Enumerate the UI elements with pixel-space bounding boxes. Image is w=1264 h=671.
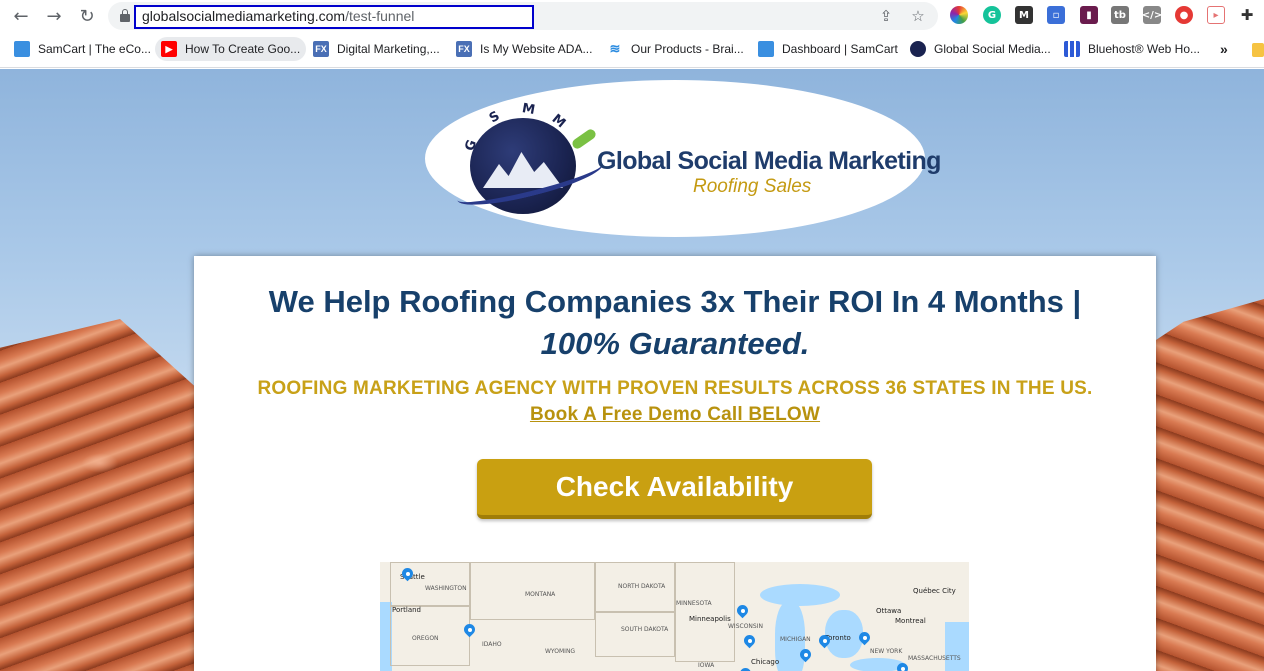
- bookmark-item[interactable]: ▶ How To Create Goo...: [155, 37, 307, 61]
- bookmark-label: Bluehost® Web Ho...: [1088, 42, 1201, 56]
- map-state-label: MINNESOTA: [676, 600, 712, 607]
- bookmark-item[interactable]: Bluehost® Web Ho...: [1058, 37, 1206, 61]
- bookmark-item[interactable]: Dashboard | SamCart: [752, 37, 904, 61]
- grammarly-extension-icon[interactable]: G: [983, 6, 1001, 24]
- map-pin-icon[interactable]: [741, 632, 758, 650]
- logo[interactable]: G S M M Global Social Media Marketing Ro…: [425, 80, 941, 237]
- bookmark-label: Dashboard | SamCart: [782, 42, 898, 56]
- samcart-icon: [758, 41, 774, 57]
- map-pin-icon[interactable]: [894, 660, 911, 671]
- gsmm-icon: [910, 41, 926, 57]
- headline-emphasis: 100% Guaranteed.: [540, 326, 810, 361]
- map-state-border: [595, 612, 675, 657]
- hero-headline: We Help Roofing Companies 3x Their ROI I…: [194, 281, 1156, 365]
- address-bar[interactable]: globalsocialmediamarketing.com/test-funn…: [108, 2, 938, 30]
- map-state-label: WISCONSIN: [728, 623, 763, 630]
- bookmark-star-icon[interactable]: ☆: [908, 6, 928, 26]
- map-state-label: MASSACHUSETTS: [908, 655, 961, 662]
- map-state-label: WYOMING: [545, 648, 576, 655]
- logo-letters: G S M M: [462, 100, 569, 154]
- back-arrow-icon[interactable]: ←: [9, 4, 33, 28]
- location-extension-icon[interactable]: ●: [1175, 6, 1193, 24]
- stats-extension-icon[interactable]: ▮: [1080, 6, 1098, 24]
- roof-tiles-right-image: [1149, 299, 1264, 671]
- bookmark-item[interactable]: ≋ Our Products - Brai...: [601, 37, 750, 61]
- map-pin-icon[interactable]: [461, 621, 478, 639]
- map-state-label: WASHINGTON: [425, 585, 467, 592]
- bookmark-item[interactable]: Global Social Media...: [904, 37, 1057, 61]
- map-city-label: Montreal: [895, 617, 926, 625]
- bookmark-label: SamCart | The eCo...: [38, 42, 151, 56]
- folder-icon[interactable]: [1252, 43, 1264, 57]
- map-pin-icon[interactable]: [734, 602, 751, 620]
- subhead-text: ROOFING MARKETING AGENCY WITH PROVEN RES…: [257, 378, 1093, 399]
- fx-icon: FX: [313, 41, 329, 57]
- landing-page: G S M M Global Social Media Marketing Ro…: [0, 69, 1264, 671]
- map-city-label: Québec City: [913, 587, 956, 595]
- map-pin-icon[interactable]: [399, 565, 416, 583]
- color-picker-extension-icon[interactable]: [950, 6, 968, 24]
- extensions-puzzle-icon[interactable]: ✚: [1238, 6, 1256, 24]
- hero-card: We Help Roofing Companies 3x Their ROI I…: [194, 256, 1156, 671]
- map-pin-icon[interactable]: [797, 646, 814, 664]
- bookmark-item[interactable]: FX Digital Marketing,...: [307, 37, 446, 61]
- roof-tiles-left-image: [0, 319, 200, 671]
- headline-text: We Help Roofing Companies 3x Their ROI I…: [268, 284, 1082, 319]
- m-extension-icon[interactable]: M: [1015, 6, 1033, 24]
- map-city-label: Portland: [392, 606, 421, 614]
- record-extension-icon[interactable]: ▸: [1207, 6, 1225, 24]
- map-state-label: MONTANA: [525, 591, 556, 598]
- map-city-label: Ottawa: [876, 607, 902, 615]
- logo-subtitle: Roofing Sales: [693, 176, 812, 197]
- bookmark-item[interactable]: SamCart | The eCo...: [8, 37, 157, 61]
- bookmarks-bar: SamCart | The eCo... ▶ How To Create Goo.…: [0, 32, 1264, 68]
- map-state-label: SOUTH DAKOTA: [621, 626, 669, 633]
- youtube-icon: ▶: [161, 41, 177, 57]
- book-demo-link[interactable]: Book A Free Demo Call BELOW: [530, 402, 820, 428]
- url-host: globalsocialmediamarketing.com: [142, 8, 346, 24]
- bookmark-label: How To Create Goo...: [185, 42, 301, 56]
- map-state-label: MICHIGAN: [780, 636, 811, 643]
- map-state-label: IOWA: [698, 662, 715, 669]
- browser-toolbar: ← → ↻ globalsocialmediamarketing.com/tes…: [0, 0, 1264, 32]
- map-state-border: [675, 562, 735, 662]
- bookmark-item[interactable]: FX Is My Website ADA...: [450, 37, 598, 61]
- map-pin-icon[interactable]: [816, 632, 833, 650]
- reload-icon[interactable]: ↻: [75, 4, 99, 28]
- map-city-label: Minneapolis: [689, 615, 731, 623]
- check-availability-button[interactable]: Check Availability: [477, 459, 872, 519]
- samcart-icon: [14, 41, 30, 57]
- map-pin-icon[interactable]: [856, 629, 873, 647]
- code-extension-icon[interactable]: </>: [1142, 6, 1162, 24]
- lock-icon[interactable]: [120, 9, 130, 22]
- bookmark-label: Is My Website ADA...: [480, 42, 593, 56]
- url-path: /test-funnel: [345, 8, 415, 24]
- map-state-label: NEW YORK: [870, 648, 903, 655]
- logo-title: Global Social Media Marketing: [597, 147, 941, 175]
- bookmark-label: Our Products - Brai...: [631, 42, 744, 56]
- share-icon[interactable]: ⇪: [876, 6, 896, 26]
- hero-subhead: ROOFING MARKETING AGENCY WITH PROVEN RES…: [194, 376, 1156, 428]
- bookmark-label: Global Social Media...: [934, 42, 1051, 56]
- forward-arrow-icon[interactable]: →: [42, 4, 66, 28]
- lake-superior: [760, 584, 840, 606]
- url-field[interactable]: globalsocialmediamarketing.com/test-funn…: [134, 5, 534, 29]
- wifi-icon: ≋: [607, 41, 623, 57]
- more-bookmarks-chevron-icon[interactable]: »: [1214, 37, 1234, 61]
- map-state-label: IDAHO: [482, 641, 502, 648]
- bluehost-icon: [1064, 41, 1080, 57]
- map-state-label: NORTH DAKOTA: [618, 583, 666, 590]
- locations-map[interactable]: WASHINGTON MONTANA NORTH DAKOTA MINNESOT…: [380, 562, 969, 671]
- tab-extension-icon[interactable]: ▫: [1047, 6, 1065, 24]
- bookmark-label: Digital Marketing,...: [337, 42, 440, 56]
- fx-icon: FX: [456, 41, 472, 57]
- atlantic-ocean: [945, 622, 969, 671]
- map-state-label: OREGON: [412, 635, 439, 642]
- tb-extension-icon[interactable]: tb: [1111, 6, 1129, 24]
- map-city-label: Chicago: [751, 658, 780, 666]
